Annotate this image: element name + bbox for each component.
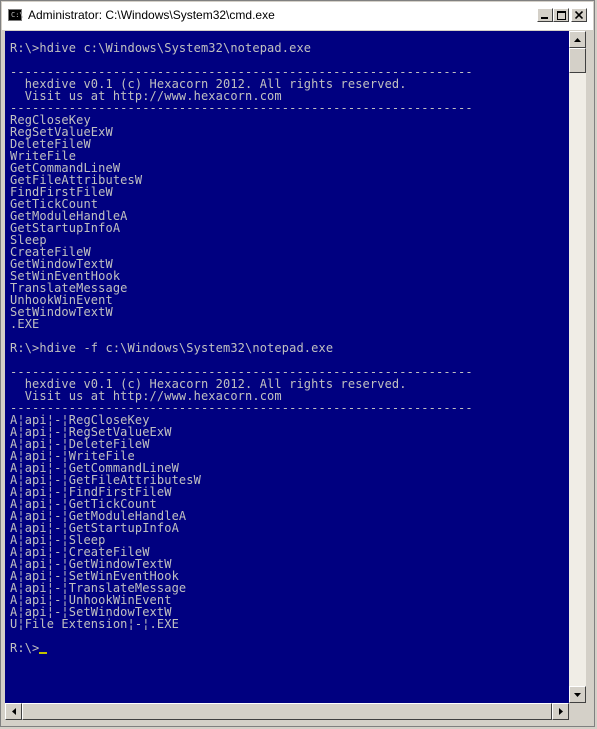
console-prompt-line[interactable]: R:\> [10, 642, 473, 654]
console-line: .EXE [10, 317, 40, 331]
console-line: U¦File Extension¦-¦.EXE [10, 617, 179, 631]
close-icon [575, 11, 583, 19]
console-line: R:\>hdive -f c:\Windows\System32\notepad… [10, 341, 334, 355]
arrow-left-icon [11, 708, 16, 715]
scroll-left-button[interactable] [5, 703, 22, 720]
minimize-icon [541, 17, 548, 19]
arrow-right-icon [558, 708, 563, 715]
minimize-button[interactable] [537, 8, 553, 22]
maximize-button[interactable] [553, 8, 569, 22]
console-line: R:\>hdive c:\Windows\System32\notepad.ex… [10, 41, 312, 55]
horizontal-scroll-thumb[interactable] [22, 703, 552, 720]
vertical-scrollbar[interactable] [569, 31, 586, 703]
cmd-app-icon[interactable]: C:\ [8, 9, 24, 21]
resize-grip[interactable] [569, 703, 586, 720]
scroll-down-button[interactable] [569, 686, 586, 703]
arrow-down-icon [574, 692, 581, 697]
vertical-scroll-thumb[interactable] [569, 48, 586, 73]
console-text: R:\>hdive c:\Windows\System32\notepad.ex… [10, 42, 473, 654]
console-prompt: R:\> [10, 641, 40, 655]
scroll-right-button[interactable] [552, 703, 569, 720]
scroll-up-button[interactable] [569, 31, 586, 48]
text-cursor [39, 652, 48, 654]
close-button[interactable] [571, 8, 587, 22]
arrow-up-icon [574, 37, 581, 42]
title-bar[interactable]: C:\ Administrator: C:\Windows\System32\c… [2, 2, 593, 30]
console-line: SetWindowTextW [10, 305, 113, 319]
horizontal-scrollbar[interactable] [5, 703, 569, 720]
console-line: GetStartupInfoA [10, 221, 121, 235]
window-title: Administrator: C:\Windows\System32\cmd.e… [28, 8, 275, 22]
console-line: DeleteFileW [10, 137, 91, 151]
console-output[interactable]: R:\>hdive c:\Windows\System32\notepad.ex… [5, 31, 569, 703]
cmd-window: C:\ Administrator: C:\Windows\System32\c… [0, 0, 595, 727]
maximize-icon [556, 10, 566, 20]
cmd-app-icon-label: C:\ [11, 11, 24, 19]
